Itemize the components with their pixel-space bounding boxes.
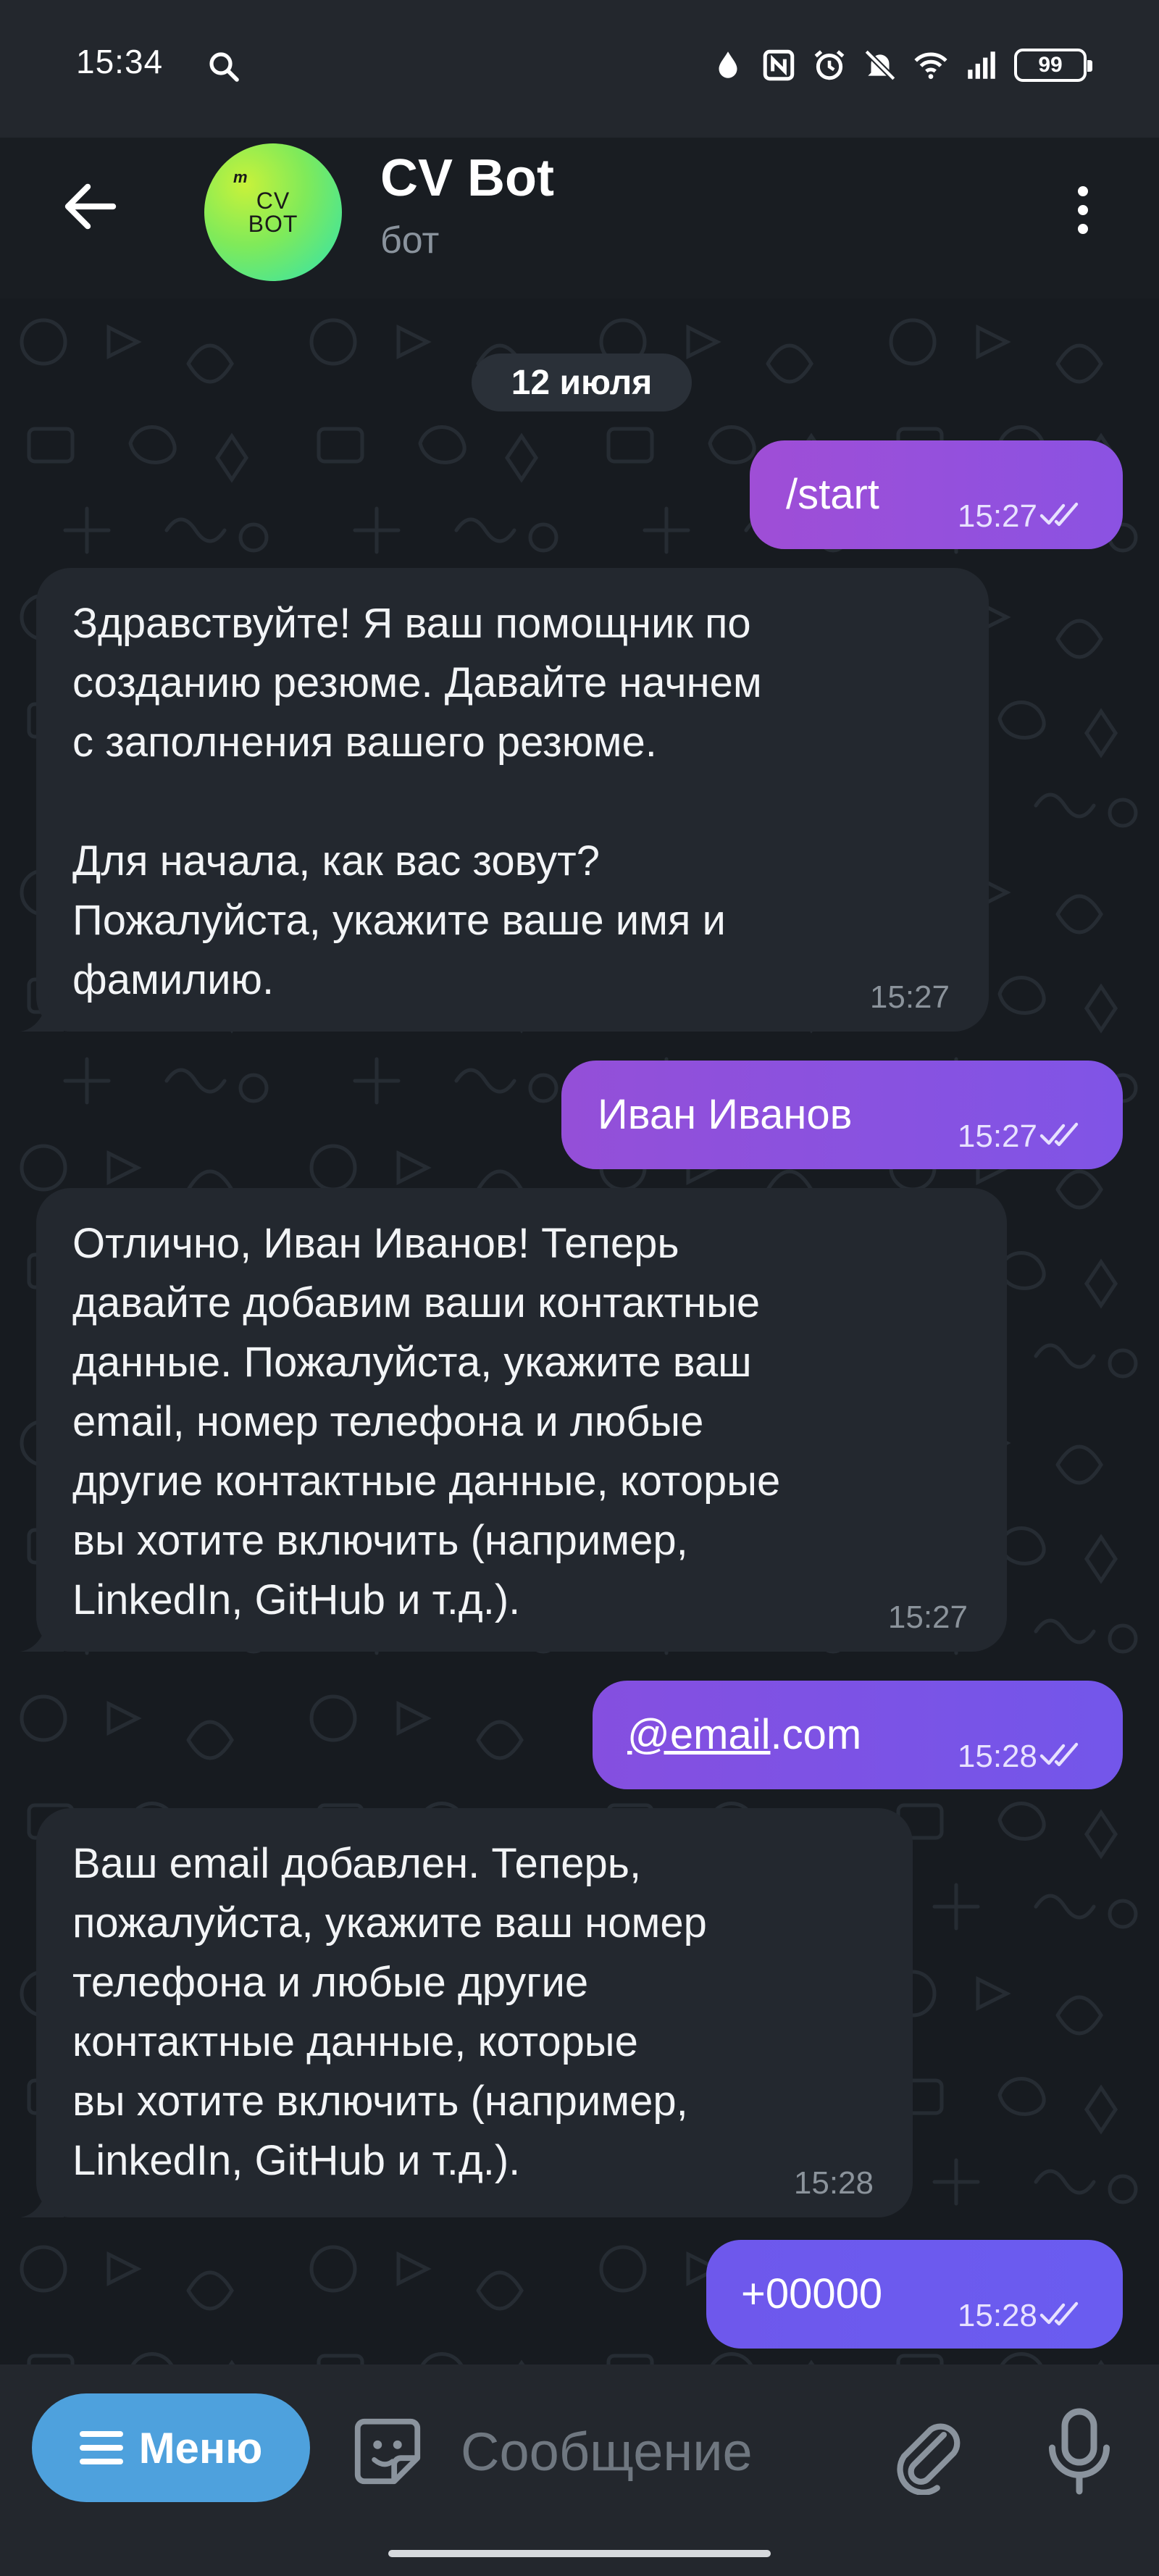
incoming-message[interactable]: Отлично, Иван Иванов! Теперь давайте доб… [20, 1188, 1007, 1652]
alarm-icon [814, 50, 845, 80]
message-time: 15:28 [957, 2298, 1037, 2333]
sticker-icon[interactable] [348, 2412, 427, 2491]
message-time: 15:28 [957, 1739, 1037, 1774]
drop-icon [719, 51, 737, 78]
dot-icon [1078, 224, 1088, 234]
message-input[interactable] [461, 2408, 866, 2495]
status-bar: 15:34 99 [0, 0, 1159, 138]
message-text: Ваш email добавлен. Теперь, пожалуйста, … [72, 1840, 707, 2184]
message-list[interactable]: 12 июля /start 15:27 Здравствуйте! Я ваш… [0, 298, 1159, 2364]
status-time: 15:34 [76, 43, 164, 80]
message-time: 15:27 [887, 1599, 968, 1635]
message-time: 15:27 [957, 498, 1037, 534]
double-check-icon [1039, 1742, 1079, 1767]
message-text: +00000 [741, 2270, 883, 2317]
outgoing-message[interactable]: @email.com 15:28 [593, 1681, 1123, 1789]
message-text: Отлично, Иван Иванов! Теперь давайте доб… [72, 1220, 781, 1623]
message-time: 15:27 [957, 1118, 1037, 1154]
avatar-text-line1: CV [256, 188, 290, 214]
wifi-icon [914, 52, 947, 79]
chat-title[interactable]: CV Bot [380, 149, 554, 208]
message-time: 15:28 [793, 2165, 874, 2201]
menu-button-label: Меню [138, 2423, 263, 2472]
double-check-icon [1039, 1122, 1079, 1147]
menu-button[interactable]: Меню [32, 2393, 310, 2502]
incoming-message[interactable]: Здравствуйте! Я ваш помощник по созданию… [20, 568, 989, 1032]
bubble-tail [20, 995, 64, 1032]
dot-icon [1078, 205, 1088, 215]
more-options-button[interactable] [1054, 174, 1112, 246]
email-link[interactable]: @email [627, 1711, 770, 1758]
message-text-rest: .com [770, 1711, 862, 1758]
signal-icon [968, 51, 995, 79]
status-icons: 99 [710, 43, 1092, 87]
telegram-chat-screen: 15:34 99 m CV BOT CV Bot бот 12 июля /st… [0, 0, 1159, 2576]
home-indicator[interactable] [388, 2550, 771, 2557]
bubble-tail [20, 1615, 64, 1652]
message-composer: Меню [0, 2364, 1159, 2576]
hamburger-icon [79, 2431, 123, 2464]
avatar-mark: m [233, 168, 248, 186]
message-text: @email.com [627, 1681, 861, 1789]
message-text: Иван Иванов [598, 1091, 853, 1138]
message-text: Здравствуйте! Я ваш помощник по созданию… [72, 600, 762, 1003]
arrow-left-icon [64, 183, 117, 230]
double-check-icon [1039, 2301, 1079, 2326]
outgoing-message[interactable]: Иван Иванов 15:27 [561, 1061, 1123, 1169]
message-text: /start [786, 471, 879, 518]
outgoing-message[interactable]: +00000 15:28 [706, 2240, 1123, 2349]
paperclip-icon[interactable] [887, 2408, 967, 2495]
battery-icon: 99 [1014, 49, 1092, 82]
double-check-icon [1039, 502, 1079, 527]
nfc-icon [763, 49, 795, 81]
avatar-text-line2: BOT [248, 211, 298, 237]
incoming-message[interactable]: Ваш email добавлен. Теперь, пожалуйста, … [20, 1808, 913, 2217]
outgoing-message[interactable]: /start 15:27 [750, 440, 1123, 549]
back-button[interactable] [51, 174, 130, 239]
search-icon [209, 52, 239, 82]
avatar[interactable]: m CV BOT [204, 143, 342, 281]
microphone-icon[interactable] [1043, 2404, 1116, 2498]
dot-icon [1078, 186, 1088, 196]
date-separator: 12 июля [472, 354, 692, 411]
mute-icon [864, 49, 896, 81]
chat-subtitle: бот [380, 219, 440, 262]
message-time: 15:27 [869, 979, 950, 1015]
bubble-tail [20, 2181, 64, 2217]
